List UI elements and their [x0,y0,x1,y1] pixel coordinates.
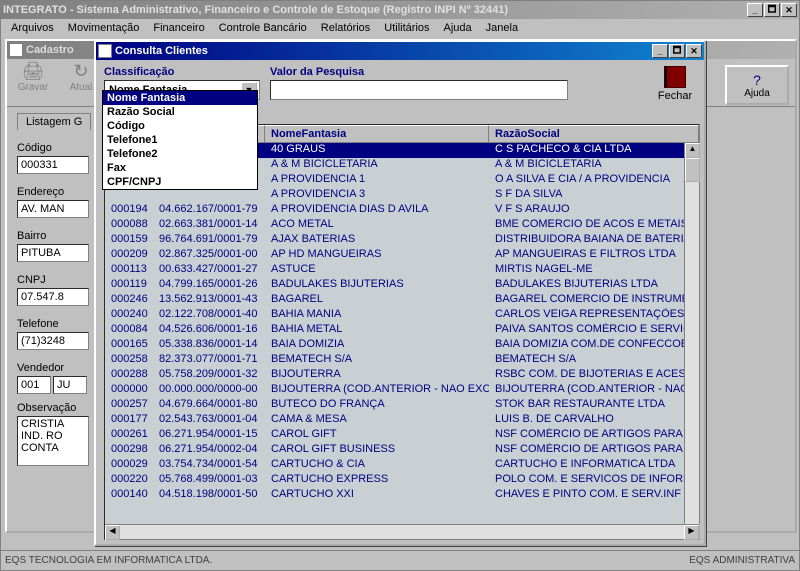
table-row[interactable]: 00008802.663.381/0001-14ACO METALBME COM… [105,218,699,233]
menu-controle-bancario[interactable]: Controle Bancário [213,21,313,35]
table-row[interactable]: 00000000.000.000/0000-00BIJOUTERRA (COD.… [105,383,699,398]
door-icon [664,66,686,88]
table-row[interactable]: 00002903.754.734/0001-54CARTUCHO & CIACA… [105,458,699,473]
table-row[interactable]: 00019404.662.167/0001-79A PROVIDENCIA DI… [105,203,699,218]
table-row[interactable]: 00020902.867.325/0001-00AP HD MANGUEIRAS… [105,248,699,263]
vendedor-code-field[interactable] [17,376,51,394]
table-row[interactable]: 00025704.679.664/0001-80BUTECO DO FRANÇA… [105,398,699,413]
scroll-right-button[interactable]: ▶ [684,525,699,540]
table-row[interactable]: 00011300.633.427/0001-27ASTUCEMIRTIS NAG… [105,263,699,278]
fechar-label: Fechar [658,90,692,102]
menu-ajuda[interactable]: Ajuda [438,21,478,35]
cnpj-field[interactable] [17,288,89,306]
close-button[interactable]: ✕ [781,3,797,17]
table-row[interactable]: 00026106.271.954/0001-15CAROL GIFTNSF CO… [105,428,699,443]
endereco-field[interactable] [17,200,89,218]
col-fantasia[interactable]: NomeFantasia [265,125,489,142]
bairro-field[interactable] [17,244,89,262]
status-left: EQS TECNOLOGIA EM INFORMATICA LTDA. [5,555,212,566]
codigo-field[interactable] [17,156,89,174]
modal-icon [98,44,112,58]
table-row[interactable]: 00024002.122.708/0001-40BAHIA MANIACARLO… [105,308,699,323]
table-row[interactable]: 00008404.526.606/0001-16BAHIA METALPAIVA… [105,323,699,338]
table-row[interactable]: 00024613.562.913/0001-43BAGARELBAGAREL C… [105,293,699,308]
status-right: EQS ADMINISTRATIVA [689,555,795,566]
app-title: INTEGRATO - Sistema Administrativo, Fina… [3,4,747,16]
scroll-up-button[interactable]: ▲ [685,143,700,158]
gravar-button[interactable]: 🖨Gravar [13,61,53,104]
pesquisa-label: Valor da Pesquisa [270,66,568,78]
vendedor-name-field[interactable] [53,376,87,394]
scroll-thumb[interactable] [685,158,700,182]
dropdown-option[interactable]: Nome Fantasia [103,91,257,105]
modal-maximize-button[interactable]: 🗖 [669,44,685,58]
table-row[interactable]: 00015996.764.691/0001-79AJAX BATERIASDIS… [105,233,699,248]
classificacao-label: Classificação [104,66,260,78]
minimize-button[interactable]: _ [747,3,763,17]
classificacao-dropdown-list[interactable]: Nome FantasiaRazão SocialCódigoTelefone1… [102,90,258,190]
dropdown-option[interactable]: Razão Social [103,105,257,119]
col-razao[interactable]: RazãoSocial [489,125,699,142]
table-row[interactable]: 00014004.518.198/0001-50CARTUCHO XXICHAV… [105,488,699,503]
ajuda-button[interactable]: ?Ajuda [725,65,789,105]
fechar-button[interactable]: Fechar [654,66,696,102]
modal-close-button[interactable]: ✕ [686,44,702,58]
telefone-field[interactable] [17,332,89,350]
table-row[interactable]: 00017702.543.763/0001-04CAMA & MESALUIS … [105,413,699,428]
menubar: Arquivos Movimentação Financeiro Control… [1,19,799,37]
table-row[interactable]: 00011904.799.165/0001-26BADULAKES BIJUTE… [105,278,699,293]
table-row[interactable]: 00022005.768.499/0001-03CARTUCHO EXPRESS… [105,473,699,488]
dropdown-option[interactable]: CPF/CNPJ [103,175,257,189]
modal-minimize-button[interactable]: _ [652,44,668,58]
ajuda-panel: ?Ajuda [725,65,789,105]
horizontal-scrollbar[interactable]: ◀ ▶ [105,524,699,539]
cadastro-title: Cadastro [26,44,74,56]
scroll-left-button[interactable]: ◀ [105,525,120,540]
table-row[interactable]: A PROVIDENCIA 3S F DA SILVA [105,188,699,203]
vertical-scrollbar[interactable]: ▲ ▼ [684,143,699,539]
modal-titlebar: Consulta Clientes _ 🗖 ✕ [96,42,704,60]
dropdown-option[interactable]: Fax [103,161,257,175]
statusbar: EQS TECNOLOGIA EM INFORMATICA LTDA. EQS … [1,550,799,570]
grid-body[interactable]: 40 GRAUSC S PACHECO & CIA LTDAA & M BICI… [105,143,699,539]
pesquisa-input[interactable] [270,80,568,100]
dropdown-option[interactable]: Telefone2 [103,147,257,161]
dropdown-option[interactable]: Telefone1 [103,133,257,147]
menu-movimentacao[interactable]: Movimentação [62,21,146,35]
observ-textarea[interactable]: CRISTIA IND. RO CONTA [17,416,89,466]
maximize-button[interactable]: 🗖 [764,3,780,17]
menu-janela[interactable]: Janela [480,21,524,35]
table-row[interactable]: 00029806.271.954/0002-04CAROL GIFT BUSIN… [105,443,699,458]
menu-financeiro[interactable]: Financeiro [147,21,210,35]
app-titlebar: INTEGRATO - Sistema Administrativo, Fina… [1,1,799,19]
table-row[interactable]: 00016505.338.836/0001-14BAIA DOMIZIABAIA… [105,338,699,353]
menu-arquivos[interactable]: Arquivos [5,21,60,35]
modal-title: Consulta Clientes [115,45,652,57]
table-row[interactable]: 00028805.758.209/0001-32BIJOUTERRARSBC C… [105,368,699,383]
table-row[interactable]: 00025882.373.077/0001-71BEMATECH S/ABEMA… [105,353,699,368]
dropdown-option[interactable]: Código [103,119,257,133]
tab-listagem[interactable]: Listagem G [17,113,91,130]
menu-utilitarios[interactable]: Utilitários [378,21,435,35]
menu-relatorios[interactable]: Relatórios [315,21,377,35]
